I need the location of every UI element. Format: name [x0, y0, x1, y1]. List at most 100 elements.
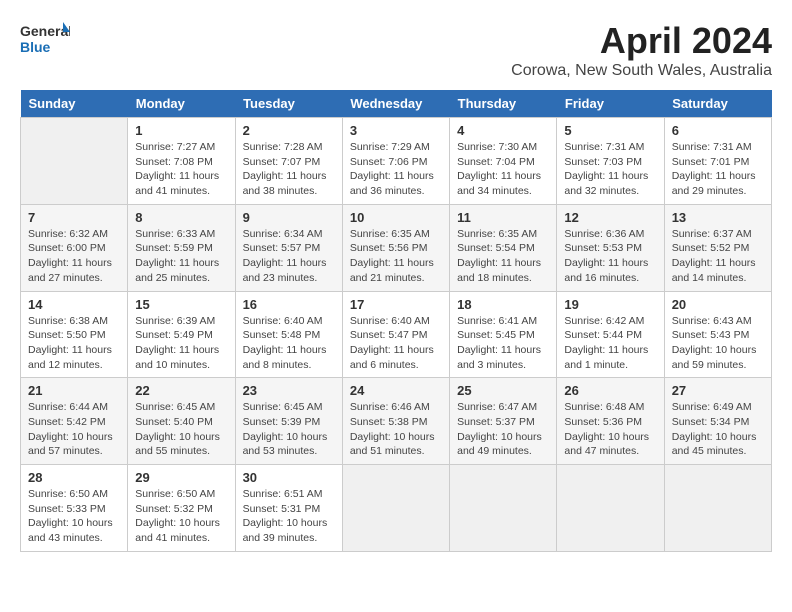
day-info: Sunrise: 6:40 AM Sunset: 5:48 PM Dayligh… — [243, 314, 335, 373]
day-number: 30 — [243, 470, 335, 485]
calendar-cell: 21 Sunrise: 6:44 AM Sunset: 5:42 PM Dayli… — [21, 378, 128, 465]
calendar-cell: 26Sunrise: 6:48 AM Sunset: 5:36 PM Dayli… — [557, 378, 664, 465]
day-info: Sunrise: 6:37 AM Sunset: 5:52 PM Dayligh… — [672, 227, 764, 286]
calendar-week-row: 1 Sunrise: 7:27 AM Sunset: 7:08 PM Daylig… — [21, 118, 772, 205]
calendar-cell: 8 Sunrise: 6:33 AM Sunset: 5:59 PM Daylig… — [128, 204, 235, 291]
calendar-cell: 5Sunrise: 7:31 AM Sunset: 7:03 PM Daylig… — [557, 118, 664, 205]
calendar-cell: 13 Sunrise: 6:37 AM Sunset: 5:52 PM Dayli… — [664, 204, 771, 291]
calendar-cell: 3 Sunrise: 7:29 AM Sunset: 7:06 PM Daylig… — [342, 118, 449, 205]
day-number: 7 — [28, 210, 120, 225]
day-info: Sunrise: 6:47 AM Sunset: 5:37 PM Dayligh… — [457, 400, 549, 459]
day-number: 1 — [135, 123, 227, 138]
day-info: Sunrise: 6:45 AM Sunset: 5:39 PM Dayligh… — [243, 400, 335, 459]
day-info: Sunrise: 6:50 AM Sunset: 5:32 PM Dayligh… — [135, 487, 227, 546]
day-info: Sunrise: 6:36 AM Sunset: 5:53 PM Dayligh… — [564, 227, 656, 286]
calendar-cell: 22Sunrise: 6:45 AM Sunset: 5:40 PM Dayli… — [128, 378, 235, 465]
day-info: Sunrise: 6:43 AM Sunset: 5:43 PM Dayligh… — [672, 314, 764, 373]
day-number: 10 — [350, 210, 442, 225]
header-day: Wednesday — [342, 90, 449, 118]
day-number: 28 — [28, 470, 120, 485]
calendar-cell: 14 Sunrise: 6:38 AM Sunset: 5:50 PM Dayli… — [21, 291, 128, 378]
header-day: Thursday — [450, 90, 557, 118]
svg-text:General: General — [20, 23, 70, 39]
page-title: April 2024 — [511, 20, 772, 62]
calendar-cell: 20 Sunrise: 6:43 AM Sunset: 5:43 PM Dayli… — [664, 291, 771, 378]
calendar-cell: 30 Sunrise: 6:51 AM Sunset: 5:31 PM Dayli… — [235, 465, 342, 552]
calendar-week-row: 21 Sunrise: 6:44 AM Sunset: 5:42 PM Dayli… — [21, 378, 772, 465]
day-number: 21 — [28, 383, 120, 398]
calendar-cell: 23 Sunrise: 6:45 AM Sunset: 5:39 PM Dayli… — [235, 378, 342, 465]
day-info: Sunrise: 6:35 AM Sunset: 5:54 PM Dayligh… — [457, 227, 549, 286]
day-number: 17 — [350, 297, 442, 312]
day-number: 26 — [564, 383, 656, 398]
header-day: Sunday — [21, 90, 128, 118]
calendar-cell: 27 Sunrise: 6:49 AM Sunset: 5:34 PM Dayli… — [664, 378, 771, 465]
day-number: 8 — [135, 210, 227, 225]
day-info: Sunrise: 6:49 AM Sunset: 5:34 PM Dayligh… — [672, 400, 764, 459]
day-number: 15 — [135, 297, 227, 312]
day-info: Sunrise: 6:39 AM Sunset: 5:49 PM Dayligh… — [135, 314, 227, 373]
day-info: Sunrise: 7:28 AM Sunset: 7:07 PM Dayligh… — [243, 140, 335, 199]
calendar-cell: 15 Sunrise: 6:39 AM Sunset: 5:49 PM Dayli… — [128, 291, 235, 378]
day-info: Sunrise: 7:31 AM Sunset: 7:01 PM Dayligh… — [672, 140, 764, 199]
day-info: Sunrise: 7:27 AM Sunset: 7:08 PM Dayligh… — [135, 140, 227, 199]
day-info: Sunrise: 7:31 AM Sunset: 7:03 PM Dayligh… — [564, 140, 656, 199]
day-info: Sunrise: 6:41 AM Sunset: 5:45 PM Dayligh… — [457, 314, 549, 373]
header-day: Monday — [128, 90, 235, 118]
day-number: 20 — [672, 297, 764, 312]
calendar-cell: 24 Sunrise: 6:46 AM Sunset: 5:38 PM Dayli… — [342, 378, 449, 465]
day-number: 19 — [564, 297, 656, 312]
day-number: 16 — [243, 297, 335, 312]
day-number: 14 — [28, 297, 120, 312]
calendar-cell: 7Sunrise: 6:32 AM Sunset: 6:00 PM Daylig… — [21, 204, 128, 291]
location-subtitle: Corowa, New South Wales, Australia — [511, 62, 772, 80]
day-number: 4 — [457, 123, 549, 138]
header-row: SundayMondayTuesdayWednesdayThursdayFrid… — [21, 90, 772, 118]
day-number: 27 — [672, 383, 764, 398]
day-info: Sunrise: 6:34 AM Sunset: 5:57 PM Dayligh… — [243, 227, 335, 286]
day-info: Sunrise: 6:42 AM Sunset: 5:44 PM Dayligh… — [564, 314, 656, 373]
day-info: Sunrise: 6:35 AM Sunset: 5:56 PM Dayligh… — [350, 227, 442, 286]
header-day: Friday — [557, 90, 664, 118]
calendar-cell: 12 Sunrise: 6:36 AM Sunset: 5:53 PM Dayli… — [557, 204, 664, 291]
day-number: 12 — [564, 210, 656, 225]
calendar-cell: 29 Sunrise: 6:50 AM Sunset: 5:32 PM Dayli… — [128, 465, 235, 552]
calendar-cell: 6Sunrise: 7:31 AM Sunset: 7:01 PM Daylig… — [664, 118, 771, 205]
calendar-cell — [664, 465, 771, 552]
calendar-cell: 9Sunrise: 6:34 AM Sunset: 5:57 PM Daylig… — [235, 204, 342, 291]
header-day: Tuesday — [235, 90, 342, 118]
calendar-cell — [21, 118, 128, 205]
calendar-cell: 18Sunrise: 6:41 AM Sunset: 5:45 PM Dayli… — [450, 291, 557, 378]
calendar-cell: 11Sunrise: 6:35 AM Sunset: 5:54 PM Dayli… — [450, 204, 557, 291]
calendar-cell: 16 Sunrise: 6:40 AM Sunset: 5:48 PM Dayli… — [235, 291, 342, 378]
logo-svg: General Blue — [20, 20, 70, 60]
day-number: 25 — [457, 383, 549, 398]
day-number: 23 — [243, 383, 335, 398]
calendar-cell: 19 Sunrise: 6:42 AM Sunset: 5:44 PM Dayli… — [557, 291, 664, 378]
calendar-week-row: 14 Sunrise: 6:38 AM Sunset: 5:50 PM Dayli… — [21, 291, 772, 378]
day-info: Sunrise: 6:33 AM Sunset: 5:59 PM Dayligh… — [135, 227, 227, 286]
header-day: Saturday — [664, 90, 771, 118]
day-number: 13 — [672, 210, 764, 225]
calendar-cell — [342, 465, 449, 552]
day-number: 29 — [135, 470, 227, 485]
day-info: Sunrise: 6:51 AM Sunset: 5:31 PM Dayligh… — [243, 487, 335, 546]
day-info: Sunrise: 6:46 AM Sunset: 5:38 PM Dayligh… — [350, 400, 442, 459]
calendar-cell: 25 Sunrise: 6:47 AM Sunset: 5:37 PM Dayli… — [450, 378, 557, 465]
day-info: Sunrise: 6:40 AM Sunset: 5:47 PM Dayligh… — [350, 314, 442, 373]
day-info: Sunrise: 6:38 AM Sunset: 5:50 PM Dayligh… — [28, 314, 120, 373]
day-info: Sunrise: 6:44 AM Sunset: 5:42 PM Dayligh… — [28, 400, 120, 459]
calendar-cell: 4 Sunrise: 7:30 AM Sunset: 7:04 PM Daylig… — [450, 118, 557, 205]
day-number: 22 — [135, 383, 227, 398]
day-number: 3 — [350, 123, 442, 138]
calendar-cell: 10 Sunrise: 6:35 AM Sunset: 5:56 PM Dayli… — [342, 204, 449, 291]
svg-text:Blue: Blue — [20, 39, 51, 55]
day-info: Sunrise: 7:30 AM Sunset: 7:04 PM Dayligh… — [457, 140, 549, 199]
day-number: 24 — [350, 383, 442, 398]
day-number: 2 — [243, 123, 335, 138]
calendar-cell: 28Sunrise: 6:50 AM Sunset: 5:33 PM Dayli… — [21, 465, 128, 552]
calendar-cell — [557, 465, 664, 552]
calendar-cell: 17 Sunrise: 6:40 AM Sunset: 5:47 PM Dayli… — [342, 291, 449, 378]
page-header: General Blue April 2024 Corowa, New Sout… — [20, 20, 772, 80]
day-info: Sunrise: 7:29 AM Sunset: 7:06 PM Dayligh… — [350, 140, 442, 199]
